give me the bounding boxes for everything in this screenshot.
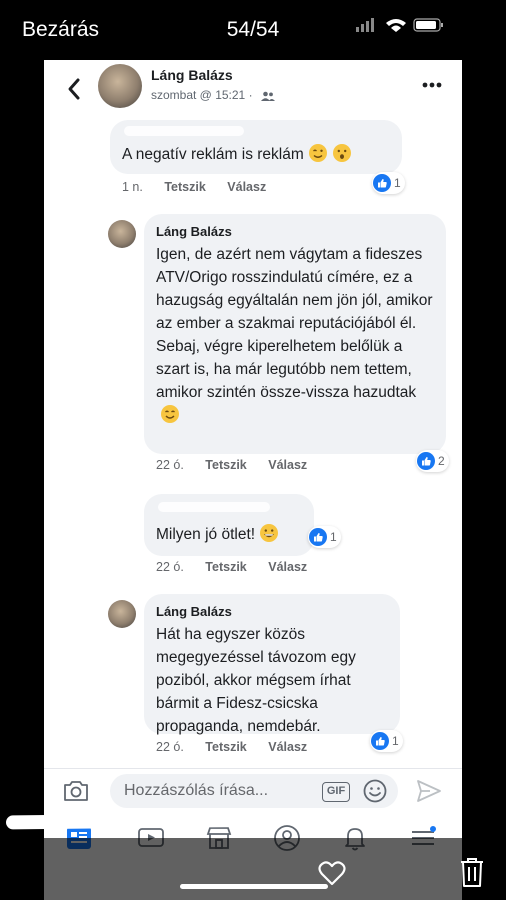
reaction-count[interactable]: 1 — [370, 730, 403, 752]
reply-button[interactable]: Válasz — [268, 740, 307, 754]
post-timestamp: szombat @ 15:21 · — [151, 88, 275, 102]
reaction-count[interactable]: 1 — [308, 526, 341, 548]
comment-thread: A negatív reklám is reklám 1 n. Tetszik … — [44, 120, 462, 768]
smiling-emoji-icon — [161, 405, 179, 423]
like-button[interactable]: Tetszik — [164, 180, 205, 194]
like-reaction-icon — [371, 732, 389, 750]
screenshot-frame: Láng Balázs szombat @ 15:21 · A negatív … — [44, 0, 462, 900]
post-header: Láng Balázs szombat @ 15:21 · — [44, 60, 462, 120]
home-indicator — [180, 884, 328, 889]
viewer-counter: 54/54 — [226, 18, 280, 41]
comment-text: Hát ha egyszer közös megegyezéssel távoz… — [156, 626, 356, 735]
redacted-author — [124, 126, 244, 136]
camera-icon[interactable] — [62, 779, 90, 803]
sticker-smile-icon[interactable] — [362, 778, 388, 804]
viewer-dim-overlay — [44, 838, 462, 900]
like-button[interactable]: Tetszik — [205, 740, 246, 754]
more-options-icon[interactable] — [422, 82, 442, 88]
comment-bubble: Láng Balázs Hát ha egyszer közös megegye… — [144, 594, 400, 735]
gif-icon[interactable]: GIF — [322, 782, 350, 802]
reaction-count[interactable]: 1 — [372, 172, 405, 194]
back-chevron-icon[interactable] — [64, 76, 84, 102]
comment-actions: 22 ó. Tetszik Válasz — [156, 740, 325, 754]
reply-button[interactable]: Válasz — [268, 560, 307, 574]
commenter-avatar[interactable] — [108, 600, 136, 628]
reaction-number: 1 — [392, 734, 399, 748]
like-button[interactable]: Tetszik — [205, 458, 246, 472]
reaction-number: 1 — [394, 176, 401, 190]
comment-actions: 22 ó. Tetszik Válasz — [156, 560, 325, 574]
comment-input-placeholder: Hozzászólás írása... — [124, 782, 269, 799]
send-icon[interactable] — [416, 779, 442, 803]
trash-icon[interactable] — [458, 856, 486, 888]
like-button[interactable]: Tetszik — [205, 560, 246, 574]
comment-text-value: Milyen jó ötlet! — [156, 526, 256, 543]
comment-input[interactable]: Hozzászólás írása... GIF — [110, 774, 398, 808]
comment-time: 22 ó. — [156, 458, 184, 472]
reply-button[interactable]: Válasz — [268, 458, 307, 472]
like-reaction-icon — [309, 528, 327, 546]
heart-icon[interactable] — [318, 860, 346, 886]
comment-composer: Hozzászólás írása... GIF — [44, 768, 462, 812]
comment-author[interactable]: Láng Balázs — [156, 223, 434, 241]
comment-time: 22 ó. — [156, 740, 184, 754]
comment-time: 1 n. — [122, 180, 143, 194]
redaction-scribble — [5, 812, 279, 830]
surprised-emoji-icon — [332, 144, 351, 162]
author-name[interactable]: Láng Balázs — [151, 67, 233, 83]
post-timestamp-text: szombat @ 15:21 · — [151, 88, 253, 102]
grinning-emoji-icon — [260, 524, 279, 542]
comment-time: 22 ó. — [156, 560, 184, 574]
reaction-number: 2 — [438, 454, 445, 468]
comment-author[interactable]: Láng Balázs — [156, 603, 388, 621]
comment-bubble: A negatív reklám is reklám — [110, 120, 402, 174]
wink-emoji-icon — [308, 144, 327, 162]
comment-text: A negatív reklám is reklám — [122, 143, 390, 166]
comment-actions: 1 n. Tetszik Válasz — [122, 180, 284, 194]
comment-actions: 22 ó. Tetszik Válasz — [156, 458, 325, 472]
comment-text-value: A negatív reklám is reklám — [122, 146, 304, 163]
author-avatar[interactable] — [98, 64, 142, 108]
comment-bubble: Láng Balázs Igen, de azért nem vágytam a… — [144, 214, 446, 454]
redacted-author — [158, 502, 270, 512]
comment-text: Igen, de azért nem vágytam a fideszes AT… — [156, 243, 434, 427]
reaction-number: 1 — [330, 530, 337, 544]
comment-bubble: Milyen jó ötlet! — [144, 494, 314, 556]
like-reaction-icon — [417, 452, 435, 470]
like-reaction-icon — [373, 174, 391, 192]
comment-text-value: Igen, de azért nem vágytam a fideszes AT… — [156, 246, 433, 401]
reply-button[interactable]: Válasz — [227, 180, 266, 194]
comment-text: Milyen jó ötlet! — [156, 523, 302, 546]
reaction-count[interactable]: 2 — [416, 450, 449, 472]
friends-audience-icon — [260, 91, 275, 101]
commenter-avatar[interactable] — [108, 220, 136, 248]
